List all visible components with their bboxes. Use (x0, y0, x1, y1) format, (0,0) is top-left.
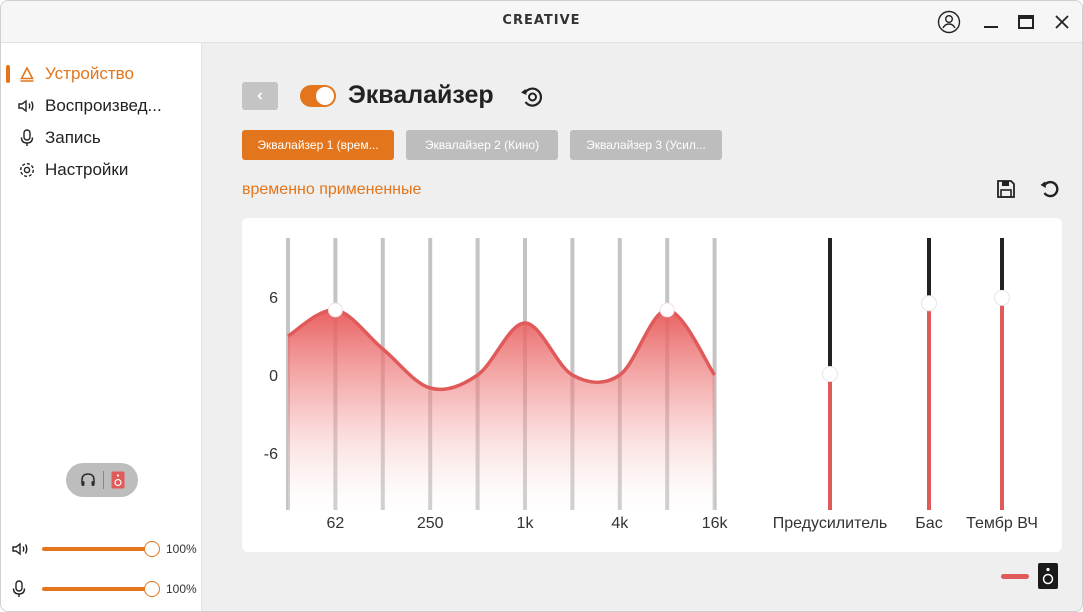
preset-status: временно примененные (242, 181, 422, 198)
speaker-icon[interactable] (111, 471, 125, 489)
reset-equalizer-button[interactable] (519, 84, 545, 110)
playback-volume-value: 100% (166, 542, 197, 556)
sidebar-item-playback[interactable]: Воспроизвед... (1, 93, 201, 119)
slider-handle[interactable] (994, 289, 1010, 306)
save-button[interactable] (993, 176, 1019, 202)
app-window: CREATIVE Устройство Воспроизвед... Запис… (0, 0, 1083, 612)
sidebar-item-label: Воспроизвед... (45, 96, 162, 115)
device-icon (17, 64, 37, 84)
main-panel: Эквалайзер Эквалайзер 1 (врем... Эквалай… (203, 43, 1082, 611)
playback-volume-handle[interactable] (144, 541, 160, 557)
sidebar-item-label: Настройки (45, 160, 129, 179)
y-tick-label: -6 (264, 446, 278, 463)
headphones-icon[interactable] (79, 471, 97, 489)
sidebar-item-recording[interactable]: Запись (1, 125, 201, 151)
preset-tab-1[interactable]: Эквалайзер 1 (врем... (242, 130, 394, 160)
back-button[interactable] (242, 82, 278, 110)
undo-button[interactable] (1037, 176, 1063, 202)
switch-divider (103, 471, 105, 489)
gear-icon (17, 160, 37, 180)
chevron-left-icon (257, 92, 263, 100)
speaker-icon (12, 542, 28, 556)
x-tick-label: 16k (702, 515, 729, 532)
title-bar: CREATIVE (1, 1, 1082, 43)
reset-icon (521, 87, 543, 107)
sidebar-item-settings[interactable]: Настройки (1, 157, 201, 183)
y-tick-label: 0 (269, 368, 278, 385)
record-volume-value: 100% (166, 582, 197, 596)
record-volume-handle[interactable] (144, 581, 160, 597)
maximize-button[interactable] (1013, 9, 1039, 35)
record-volume-row: 100% (11, 579, 201, 599)
equalizer-chart: 6 0 -6 62 250 1k 4k 16k Предусилитель Бас Тембр В… (264, 238, 1038, 532)
account-icon (937, 10, 961, 34)
brand-logo: CREATIVE (502, 13, 581, 28)
preset-tab-2[interactable]: Эквалайзер 2 (Кино) (406, 130, 558, 160)
speaker-icon (17, 96, 37, 116)
undo-icon (1040, 180, 1059, 198)
slider-label: Бас (915, 515, 942, 532)
legend-line (1001, 574, 1029, 579)
equalizer-toggle[interactable] (300, 85, 336, 107)
playback-volume-slider[interactable] (42, 547, 152, 551)
speaker-output-icon (1038, 563, 1058, 589)
eq-curve-fill (288, 309, 715, 510)
minimize-button[interactable] (978, 9, 1004, 35)
eq-band-handle[interactable] (659, 302, 675, 318)
sidebar-item-label: Устройство (45, 64, 134, 83)
save-icon (997, 180, 1015, 198)
output-switch[interactable] (66, 463, 138, 497)
equalizer-card: 6 0 -6 62 250 1k 4k 16k Предусилитель Бас Тембр В… (242, 218, 1062, 552)
x-tick-label: 1k (517, 515, 535, 532)
close-icon (1055, 15, 1069, 29)
x-tick-label: 62 (327, 515, 345, 532)
playback-volume-row: 100% (11, 539, 201, 559)
slider-handle[interactable] (822, 366, 838, 382)
record-volume-slider[interactable] (42, 587, 152, 591)
slider-handle[interactable] (921, 295, 937, 312)
page-title: Эквалайзер (348, 81, 494, 109)
slider-label: Предусилитель (773, 515, 888, 532)
microphone-icon (17, 128, 37, 148)
eq-band-handle[interactable] (327, 302, 343, 318)
sidebar: Устройство Воспроизвед... Запись Настрой… (1, 43, 202, 611)
sidebar-item-device[interactable]: Устройство (1, 61, 201, 87)
sidebar-item-label: Запись (45, 128, 101, 147)
x-tick-label: 4k (611, 515, 629, 532)
y-tick-label: 6 (269, 290, 278, 307)
microphone-icon (12, 580, 26, 597)
minimize-icon (984, 26, 998, 28)
preset-tab-3[interactable]: Эквалайзер 3 (Усил... (570, 130, 722, 160)
maximize-icon (1018, 15, 1034, 29)
x-tick-label: 250 (417, 515, 444, 532)
slider-label: Тембр ВЧ (966, 515, 1038, 532)
account-button[interactable] (936, 9, 962, 35)
close-button[interactable] (1049, 9, 1075, 35)
